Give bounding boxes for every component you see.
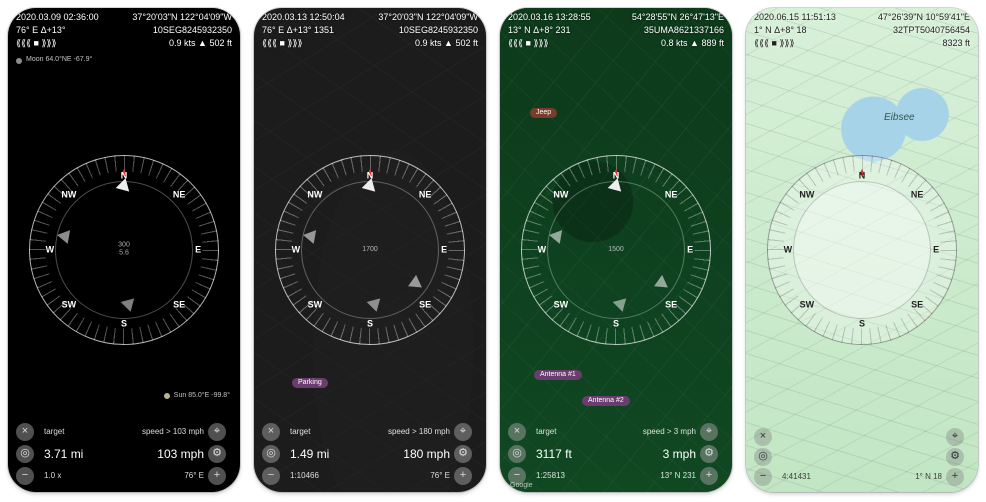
speed-alt: 0.8 kts ▲ 889 ft xyxy=(661,38,724,49)
plus-button[interactable]: + xyxy=(454,467,472,485)
minus-button[interactable]: − xyxy=(16,467,34,485)
close-button[interactable]: × xyxy=(16,423,34,441)
gps-coords: 37°20'03"N 122°04'09"W xyxy=(132,12,232,23)
locate-button[interactable]: ⌖ xyxy=(208,423,226,441)
compass[interactable]: NNE ESE SSW WNW xyxy=(767,155,957,345)
mode-strip[interactable]: ⟪⟪⟪ ■ ⟫⟫⟫ xyxy=(754,38,794,49)
bottom-right: 76° E xyxy=(126,471,204,481)
plus-button[interactable]: + xyxy=(946,468,964,486)
speed-label: speed > 180 mph xyxy=(372,427,450,437)
speed-label: speed > 103 mph xyxy=(126,427,204,437)
settings-button[interactable]: ⚙ xyxy=(454,445,472,463)
compass[interactable]: NNE ESE SSW WNW 1500 xyxy=(521,155,711,345)
sun-info: Sun 85.0°E -99.8° xyxy=(164,392,230,400)
settings-button[interactable]: ⚙ xyxy=(700,445,718,463)
screenshot-4: 2020.06.15 11:51:13 47°26'39"N 10°59'41"… xyxy=(746,8,978,492)
layers-button[interactable]: ◎ xyxy=(16,445,34,463)
compass-scale: 1500 xyxy=(608,246,624,254)
bottom-right: 76° E xyxy=(372,471,450,481)
mode-strip[interactable]: ⟪⟪⟪ ■ ⟫⟫⟫ xyxy=(262,38,302,49)
grid-ref: 32TPT5040756454 xyxy=(893,25,970,36)
plus-button[interactable]: + xyxy=(208,467,226,485)
footer: × target speed > 103 mph ⌖ ◎ 3.71 mi 103… xyxy=(16,422,232,486)
speed-value: 180 mph xyxy=(372,447,450,461)
minus-button[interactable]: − xyxy=(754,468,772,486)
bottom-left: 1.0 x xyxy=(44,471,122,481)
heading-reading: 13° N Δ+8° 231 xyxy=(508,25,571,36)
speed-alt: 8323 ft xyxy=(942,38,970,49)
plus-button[interactable]: + xyxy=(700,467,718,485)
waypoint-arrow-icon xyxy=(56,228,70,244)
locate-button[interactable]: ⌖ xyxy=(946,428,964,446)
map-marker-antenna2[interactable]: Antenna #2 xyxy=(582,396,630,406)
layers-button[interactable]: ◎ xyxy=(508,445,526,463)
moon-info: Moon 64.0°NE -67.9° xyxy=(16,56,232,64)
footer: × target speed > 3 mph ⌖ ◎ 3117 ft 3 mph… xyxy=(508,422,724,486)
bottom-right: 1° N 18 xyxy=(864,472,942,482)
compass[interactable]: N NE E SE S SW W NW 300 5.6 xyxy=(29,155,219,345)
gps-coords: 54°28'55"N 26°47'13"E xyxy=(632,12,724,23)
datetime: 2020.03.13 12:50:04 xyxy=(262,12,345,23)
settings-button[interactable]: ⚙ xyxy=(208,445,226,463)
locate-button[interactable]: ⌖ xyxy=(454,423,472,441)
header: 2020.03.16 13:28:55 54°28'55"N 26°47'13"… xyxy=(508,12,724,48)
heading-reading: 76° E Δ+13° 1351 xyxy=(262,25,334,36)
screenshot-1: 2020.03.09 02:36:00 37°20'03"N 122°04'09… xyxy=(8,8,240,492)
map-marker-parking[interactable]: Parking xyxy=(292,378,328,388)
bottom-left: 1:10466 xyxy=(290,471,368,481)
grid-ref: 10SEG8245932350 xyxy=(399,25,478,36)
bottom-left: 4:41431 xyxy=(782,472,860,482)
speed-value: 103 mph xyxy=(126,447,204,461)
speed-alt: 0.9 kts ▲ 502 ft xyxy=(415,38,478,49)
gps-coords: 47°26'39"N 10°59'41"E xyxy=(878,12,970,23)
bottom-right: 13° N 231 xyxy=(618,471,696,481)
target-label: target xyxy=(44,427,122,437)
google-attribution: Google xyxy=(510,482,533,490)
lake-label: Eibsee xyxy=(884,112,915,124)
header: 2020.03.13 12:50:04 37°20'03"N 122°04'09… xyxy=(262,12,478,48)
grid-ref: 35UMA8621337166 xyxy=(644,25,724,36)
target-label: target xyxy=(290,427,368,437)
header: 2020.06.15 11:51:13 47°26'39"N 10°59'41"… xyxy=(754,12,970,48)
target-label: target xyxy=(536,427,614,437)
heading-reading: 1° N Δ+8° 18 xyxy=(754,25,807,36)
map-marker-jeep[interactable]: Jeep xyxy=(530,108,557,118)
screenshot-2: 2020.03.13 12:50:04 37°20'03"N 122°04'09… xyxy=(254,8,486,492)
layers-button[interactable]: ◎ xyxy=(754,448,772,466)
map-marker-antenna1[interactable]: Antenna #1 xyxy=(534,370,582,380)
heading-reading: 76° E Δ+13° xyxy=(16,25,66,36)
target-value: 1.49 mi xyxy=(290,447,368,461)
datetime: 2020.03.16 13:28:55 xyxy=(508,12,591,23)
close-button[interactable]: × xyxy=(508,423,526,441)
close-button[interactable]: × xyxy=(262,423,280,441)
settings-button[interactable]: ⚙ xyxy=(946,448,964,466)
footer: × ⌖ ◎ ⚙ − 4:41431 1° N 18 + xyxy=(754,428,970,486)
compass[interactable]: NNE ESE SSW WNW 1700 xyxy=(275,155,465,345)
datetime: 2020.06.15 11:51:13 xyxy=(754,12,836,23)
compass-scale: 1700 xyxy=(362,246,378,254)
footer: × target speed > 180 mph ⌖ ◎ 1.49 mi 180… xyxy=(262,422,478,486)
bottom-left: 1:25813 xyxy=(536,471,614,481)
mode-strip[interactable]: ⟪⟪⟪ ■ ⟫⟫⟫ xyxy=(508,38,548,49)
layers-button[interactable]: ◎ xyxy=(262,445,280,463)
speed-label: speed > 3 mph xyxy=(618,427,696,437)
grid-ref: 10SEG8245932350 xyxy=(153,25,232,36)
speed-value: 3 mph xyxy=(618,447,696,461)
compass-scale: 300 5.6 xyxy=(118,242,130,259)
locate-button[interactable]: ⌖ xyxy=(700,423,718,441)
speed-alt: 0.9 kts ▲ 502 ft xyxy=(169,38,232,49)
header: 2020.03.09 02:36:00 37°20'03"N 122°04'09… xyxy=(16,12,232,65)
target-value: 3.71 mi xyxy=(44,447,122,461)
minus-button[interactable]: − xyxy=(262,467,280,485)
screenshot-3: 2020.03.16 13:28:55 54°28'55"N 26°47'13"… xyxy=(500,8,732,492)
mode-strip[interactable]: ⟪⟪⟪ ■ ⟫⟫⟫ xyxy=(16,38,56,49)
datetime: 2020.03.09 02:36:00 xyxy=(16,12,99,23)
gps-coords: 37°20'03"N 122°04'09"W xyxy=(378,12,478,23)
target-value: 3117 ft xyxy=(536,447,614,461)
close-button[interactable]: × xyxy=(754,428,772,446)
